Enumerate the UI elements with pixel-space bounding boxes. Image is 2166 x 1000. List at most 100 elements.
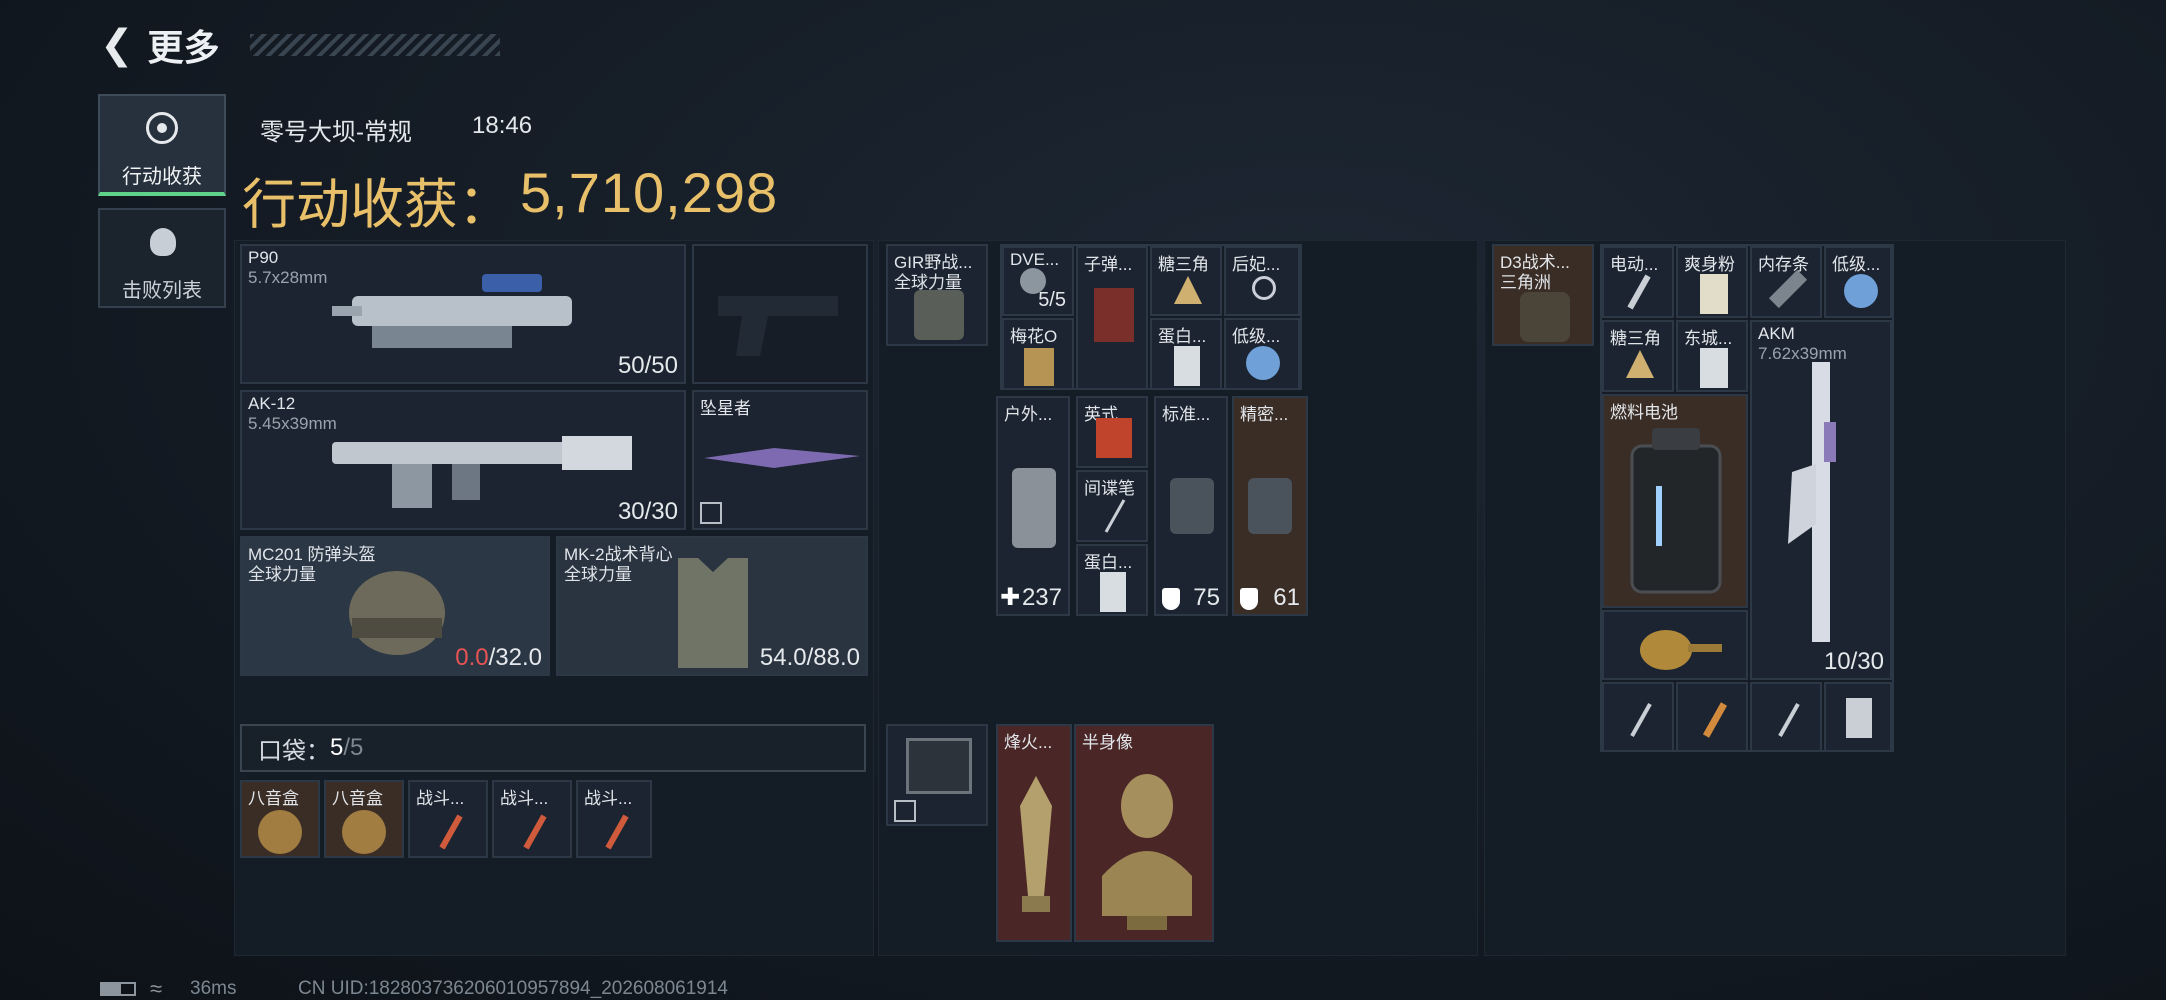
rifle-icon (322, 406, 642, 516)
backpack-item[interactable]: 电动... (1602, 246, 1674, 318)
ammo-box-icon (1094, 288, 1134, 342)
armor-plate-icon (1170, 478, 1214, 534)
rig-item[interactable]: 低级... (1224, 318, 1300, 390)
electric-tool-icon (1624, 272, 1654, 312)
backpack-item[interactable]: 糖三角 (1602, 320, 1674, 392)
item-name: 烽火... (1004, 733, 1053, 752)
rig-item[interactable]: DVE... 5/5 (1002, 246, 1074, 316)
vest-maker: 全球力量 (564, 565, 632, 584)
backpack-item[interactable] (1824, 682, 1892, 752)
melee-name: 坠星者 (700, 399, 751, 418)
case-item[interactable]: 烽火... (996, 724, 1072, 942)
helmet-icon (342, 558, 452, 668)
med-item[interactable]: 标准... 75 (1154, 396, 1228, 616)
backpack-item[interactable] (1676, 682, 1748, 752)
safe-case-slot[interactable] (886, 724, 988, 826)
pocket-label: 口袋： (258, 737, 330, 765)
item-name: 战斗... (500, 789, 549, 808)
item-name: 蛋白... (1158, 327, 1207, 346)
match-time: 18:46 (472, 112, 533, 139)
item-name: 八音盒 (248, 789, 299, 808)
helmet-slot[interactable]: MC201 防弹头盔 全球力量 0.0/32.0 (240, 536, 550, 676)
durability-current: 0.0 (455, 644, 489, 671)
smg-icon (332, 266, 612, 366)
vest-slot[interactable]: MK-2战术背心 全球力量 54.0/88.0 (556, 536, 868, 676)
primary-weapon-slot-1[interactable]: P90 5.7x28mm 50/50 (240, 244, 686, 384)
keycard-icon (1846, 698, 1872, 738)
case-icon (906, 738, 972, 794)
pocket-item[interactable]: 战斗... (576, 780, 652, 858)
powder-bottle-icon (1700, 274, 1728, 314)
bust-icon (1092, 756, 1202, 936)
rig-item[interactable]: 糖三角 (1150, 246, 1222, 316)
weapon-ammo-type: 5.7x28mm (248, 268, 328, 287)
backpack-item[interactable] (1602, 682, 1674, 752)
backpack-item[interactable]: 东城... (1676, 320, 1748, 392)
tab-label: 行动收获 (122, 166, 202, 188)
armor-plate-icon (1248, 478, 1292, 534)
item-name: 户外... (1004, 405, 1053, 424)
helmet-maker: 全球力量 (248, 565, 316, 584)
backpack-icon (1520, 292, 1570, 342)
map-name: 零号大坝-常规 (260, 119, 412, 146)
med-item[interactable]: 间谍笔 (1076, 470, 1148, 542)
earnings-label: 行动收获： (242, 175, 512, 235)
item-name: 后妃... (1232, 255, 1281, 274)
tea-tin-icon (1096, 418, 1132, 458)
backpack-item[interactable] (1602, 610, 1748, 680)
pocket-item[interactable]: 八音盒 (240, 780, 320, 858)
pocket-item[interactable]: 战斗... (408, 780, 488, 858)
pocket-total: /5 (343, 734, 364, 761)
melee-slot[interactable]: 坠星者 (692, 390, 868, 530)
backpack-item[interactable] (1750, 682, 1822, 752)
tab-earnings[interactable]: 行动收获 (98, 94, 226, 196)
item-name: 低级... (1832, 255, 1881, 274)
rig-item[interactable]: 后妃... (1224, 246, 1300, 316)
memory-stick-icon (1768, 269, 1808, 309)
weapon-ammo-count: 10/30 (1823, 648, 1884, 675)
backpack-item[interactable]: 低级... (1824, 246, 1892, 318)
case-item[interactable]: 半身像 (1074, 724, 1214, 942)
item-name: 糖三角 (1610, 329, 1661, 348)
jewelry-icon (1252, 276, 1276, 300)
item-qty: 75 (1193, 584, 1220, 611)
pocket-item[interactable]: 战斗... (492, 780, 572, 858)
item-name: 半身像 (1082, 733, 1133, 752)
backpack-slot[interactable]: D3战术... 三角洲 (1492, 244, 1594, 346)
rig-item[interactable]: 蛋白... (1150, 318, 1222, 390)
weapon-ammo-count: 50/50 (617, 352, 678, 379)
medical-cross-icon: ✚ (1000, 584, 1021, 611)
weapon-name: AK-12 (248, 394, 296, 413)
rig-item[interactable]: 子弹... (1076, 246, 1148, 390)
item-name: 精密... (1240, 405, 1289, 424)
rig-item[interactable]: 梅花O (1002, 318, 1074, 390)
music-box-icon (342, 810, 386, 854)
pen-icon (1100, 496, 1130, 536)
pocket-item[interactable]: 八音盒 (324, 780, 404, 858)
earnings-value: 5,710,298 (520, 161, 779, 224)
med-item[interactable]: 精密... 61 (1232, 396, 1308, 616)
backpack-item[interactable]: 内存条 (1750, 246, 1822, 318)
med-item[interactable]: 户外... ✚ 237 (996, 396, 1070, 616)
medkit-icon (1012, 468, 1056, 548)
backpack-item[interactable]: 爽身粉 (1676, 246, 1748, 318)
header-stripes (250, 34, 500, 56)
item-qty: 5/5 (1038, 289, 1066, 311)
sidearm-slot-empty[interactable] (692, 244, 868, 384)
med-item[interactable]: 蛋白... (1076, 544, 1148, 616)
ping-readout: 36ms (190, 978, 237, 999)
primary-weapon-slot-2[interactable]: AK-12 5.45x39mm 30/30 (240, 390, 686, 530)
weapon-ammo-type: 7.62x39mm (1758, 344, 1847, 363)
syringe-icon (1700, 700, 1730, 740)
helmet-durability: 0.0/32.0 (455, 644, 542, 672)
backpack-item[interactable]: 燃料电池 (1602, 394, 1748, 608)
chest-rig-slot[interactable]: GIR野战... 全球力量 (886, 244, 988, 346)
backpack-weapon[interactable]: AKM 7.62x39mm 10/30 (1750, 320, 1892, 680)
back-button[interactable]: ❮ 更多 (100, 22, 260, 68)
protein-box-icon (1174, 346, 1200, 386)
fuel-cell-icon (1626, 426, 1726, 596)
med-item[interactable]: 英式... (1076, 396, 1148, 468)
tab-label: 击败列表 (122, 280, 202, 302)
tab-kill-list[interactable]: 击败列表 (98, 208, 226, 308)
back-arrow-icon: ❮ (100, 23, 134, 67)
